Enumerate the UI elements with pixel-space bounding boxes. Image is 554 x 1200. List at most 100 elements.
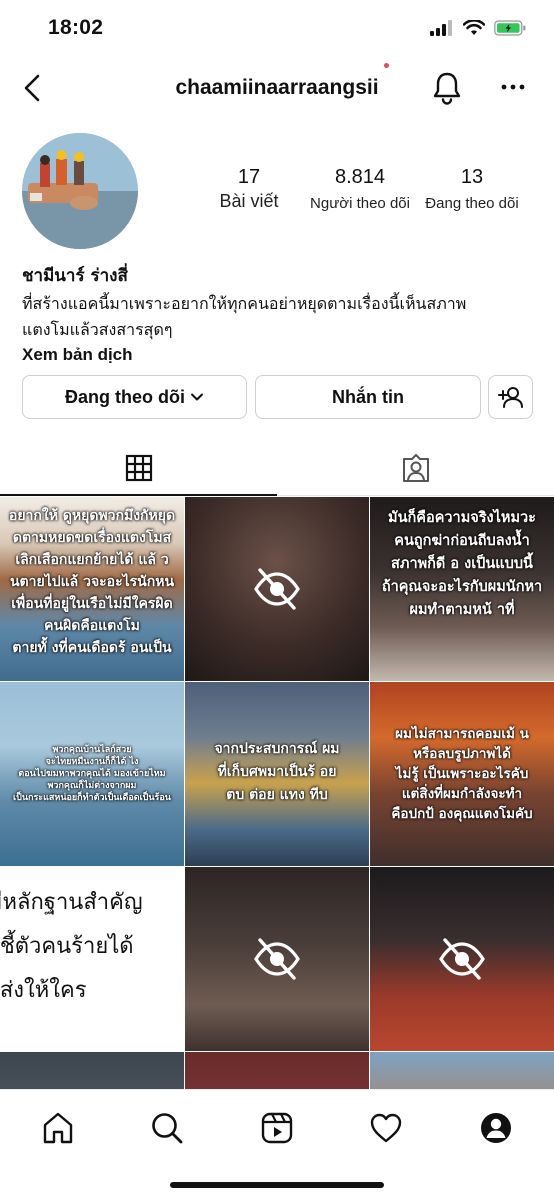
home-tab[interactable] [38,1108,78,1148]
post-3-line: คนถูกฆ่าก่อนถีบลงน้ำ [394,533,530,549]
home-icon [43,1112,73,1144]
following-stat[interactable]: 13 Đang theo dõi [412,166,532,212]
post-tile-12[interactable] [370,1052,554,1089]
bell-icon [433,72,461,105]
active-tab-indicator [0,494,277,496]
search-tab[interactable] [147,1108,187,1148]
post-tile-3[interactable]: มันก็คือความจริงไหมวะ คนถูกฆ่าก่อนถีบลงน… [370,497,554,681]
status-icons [430,20,526,36]
post-5-line: ที่เก็บศพมาเป็นร้ อย [217,764,337,780]
followers-stat[interactable]: 8.814 Người theo dõi [298,166,422,212]
post-3-line: สภาพก็ดี อ งเป็นแบบนี้ [391,556,533,572]
following-label: Đang theo dõi [425,195,519,212]
post-tile-4[interactable]: พวกคุณบ้านไลก์สวย จะไทยหมืนงานก็ก็ได้ ไง… [0,682,184,866]
more-icon [501,84,525,90]
suggest-users-button[interactable] [488,375,533,419]
post-1-line: อยากให้ ดูหยุดพวกมึงกัหยุด [8,508,176,524]
post-6-line: หรือลบรูปภาพได้ [413,746,511,762]
home-indicator [170,1182,384,1188]
post-6-line: ไม่รู้ เป็นเพราะอะไรคับ [395,766,529,782]
post-7-line: รส่งให้ใคร [0,978,87,1003]
post-1-line: นตายไปแล้ วจะอะไรนักหน [9,574,175,590]
post-3-text: มันก็คือความจริงไหมวะ คนถูกฆ่าก่อนถีบลงน… [370,507,554,622]
post-5-line: จากประสบการณ์ ผม [214,741,340,757]
posts-stat[interactable]: 17 Bài viết [204,166,294,212]
post-5-line: ตบ ต่อย แทง ทีบ [226,787,328,803]
post-4-line: เป็นกระแสหน่อยก็ทำตัวเป็นเดือดเป็นร้อน [13,793,171,803]
post-tile-7[interactable]: มีหลักฐานสำคัญ ะชี้ตัวคนร้ายได้ รส่งให้ใ… [0,867,184,1051]
post-4-line: พวกคุณบ้านไลก์สวย [52,745,132,755]
search-icon [152,1113,183,1144]
profile-tab[interactable] [476,1108,516,1148]
wifi-icon [463,20,485,35]
post-tile-8-hidden[interactable] [185,867,369,1051]
profile-tabs [0,440,554,496]
post-tile-2-hidden[interactable] [185,497,369,681]
more-options-button[interactable] [498,72,528,102]
post-tile-10[interactable] [0,1052,184,1089]
hidden-eye-icon [254,568,300,610]
post-1-line: เลิกเสือกแยกย้ายได้ แล้ ว [15,552,169,568]
message-button-label: Nhắn tin [332,386,404,407]
reels-icon [261,1112,293,1144]
post-7-line: มีหลักฐานสำคัญ [0,890,143,915]
profile-header: chaamiinaarraangsii [0,62,554,114]
status-time: 18:02 [48,16,104,39]
following-button-label: Đang theo dõi [65,386,185,407]
post-1-line: คนผิดคือแตงโม [44,618,140,634]
followers-label: Người theo dõi [310,195,410,212]
post-1-line: ดตามหยดขดเรื่องแตงโมส [12,530,172,546]
grid-icon [125,454,152,482]
signal-icon [430,20,452,36]
post-tile-9-hidden[interactable] [370,867,554,1051]
tab-tagged[interactable] [277,440,554,496]
post-1-line: ตายทั้ งที่คนเดือดร้ อนเป็น [12,640,172,656]
posts-label: Bài viết [219,191,279,211]
post-6-line: ผมไม่สามารถคอมเม้ น [395,726,529,742]
battery-icon [494,20,526,36]
hidden-eye-icon [439,938,485,980]
post-tile-1[interactable]: อยากให้ ดูหยุดพวกมึงกัหยุด ดตามหยดขดเรื่… [0,497,184,681]
post-4-text: พวกคุณบ้านไลก์สวย จะไทยหมืนงานก็ก็ได้ ไง… [0,744,184,804]
post-tile-11[interactable] [185,1052,369,1089]
post-7-line: ะชี้ตัวคนร้ายได้ [0,934,134,959]
post-tile-6[interactable]: ผมไม่สามารถคอมเม้ น หรือลบรูปภาพได้ ไม่ร… [370,682,554,866]
see-translation-link[interactable]: Xem bản dịch [22,345,532,365]
heart-icon [370,1113,402,1143]
posts-count: 17 [237,166,261,188]
post-tile-5[interactable]: จากประสบการณ์ ผม ที่เก็บศพมาเป็นร้ อย ตบ… [185,682,369,866]
profile-username: chaamiinaarraangsii [175,76,379,99]
post-6-line: คือปกป้ องคุณแตงโมคับ [391,806,533,822]
following-count: 13 [460,166,484,188]
bio-line-2: แตงโมแล้วสงสารสุดๆ [22,320,173,339]
post-3-line: มันก็คือความจริงไหมวะ [388,510,536,526]
activity-tab[interactable] [366,1108,406,1148]
add-user-icon [497,387,523,408]
post-6-text: ผมไม่สามารถคอมเม้ น หรือลบรูปภาพได้ ไม่ร… [370,724,554,824]
profile-icon [481,1113,511,1143]
bio-line-1: ที่สร้างแอคนี้มาเพราะอยากให้ทุกคนอย่าหยุ… [22,294,467,313]
activity-notification-dot [384,63,389,68]
post-4-line: ตอนไปฆมหาพวกคุณได้ มองเข้ายไหม [18,769,166,779]
avatar-image [22,133,138,249]
following-button[interactable]: Đang theo dõi [22,375,247,419]
post-7-text: มีหลักฐานสำคัญ ะชี้ตัวคนร้ายได้ รส่งให้ใ… [0,881,184,1013]
post-1-line: เพื่อนที่อยู่ในเรือไม่มีใครผิด [11,596,173,612]
display-name: ชามีนาร์ ร่างสี่ [22,266,128,286]
profile-actions: Đang theo dõi Nhắn tin [22,375,534,421]
profile-avatar[interactable] [22,133,138,249]
notifications-button[interactable] [430,70,464,106]
message-button[interactable]: Nhắn tin [255,375,481,419]
post-6-line: แต่สิ่งที่ผมกำลังจะทำ [401,786,523,802]
post-4-line: พวกคุณก็ไม่ต่างจากผม [47,781,137,791]
post-3-line: ผมทำตามหน้ าที่ [409,602,515,618]
followers-count: 8.814 [334,166,386,188]
tagged-icon [402,454,429,482]
posts-grid: อยากให้ ดูหยุดพวกมึงกัหยุด ดตามหยดขดเรื่… [0,497,554,1089]
tab-posts-grid[interactable] [0,440,277,496]
chevron-down-icon [191,393,203,401]
post-4-line: จะไทยหมืนงานก็ก็ได้ ไง [45,757,139,767]
post-3-line: ถ้าคุณจะอะไรกับผมนักหา [381,579,543,595]
reels-tab[interactable] [257,1108,297,1148]
profile-stats: 17 Bài viết 8.814 Người theo dõi 13 Đang… [196,166,536,226]
